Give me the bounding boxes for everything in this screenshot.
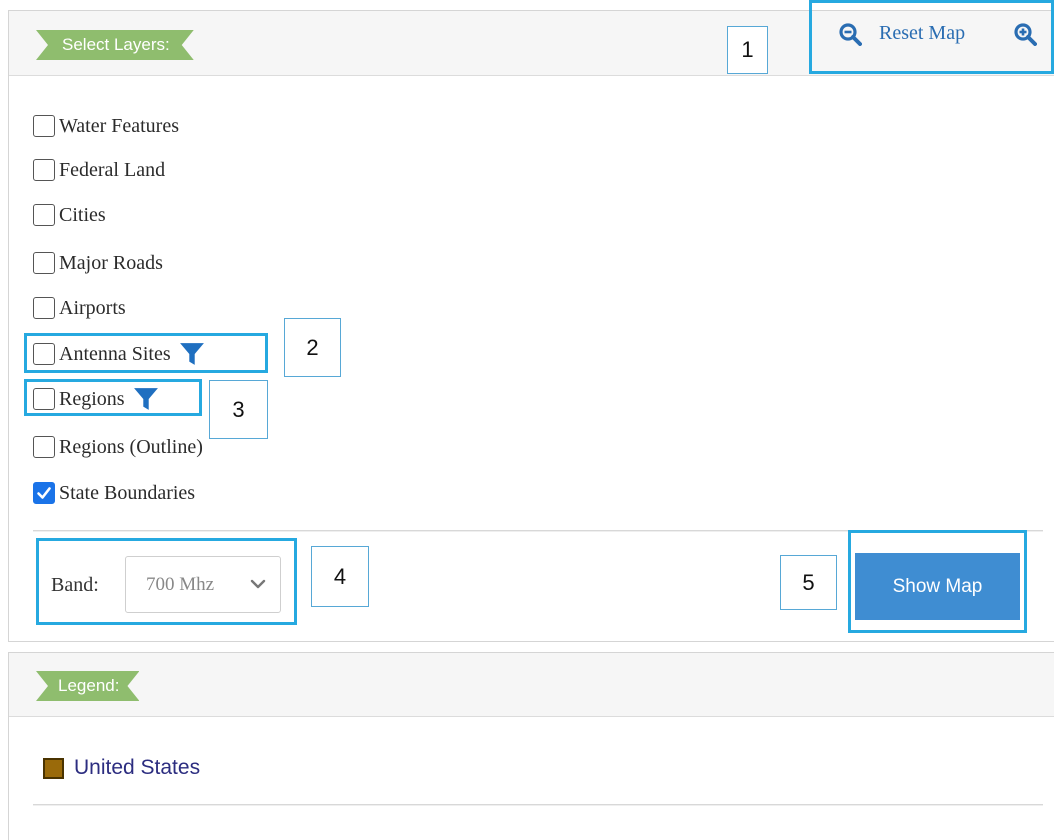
layer-label: State Boundaries — [59, 481, 196, 504]
legend-item-label: United States — [74, 756, 201, 779]
regions-checkbox[interactable] — [33, 388, 55, 410]
layer-airports[interactable]: Airports — [33, 293, 126, 323]
legend-item-united-states: United States — [43, 756, 200, 780]
layer-label: Major Roads — [59, 251, 163, 274]
legend-header: Legend: — [9, 653, 1054, 717]
layer-federal-land[interactable]: Federal Land — [33, 155, 165, 185]
regions-outline-checkbox[interactable] — [33, 436, 55, 458]
layer-label: Regions — [59, 387, 125, 410]
legend-divider — [33, 804, 1043, 806]
layer-regions[interactable]: Regions — [33, 384, 159, 414]
layer-regions-outline[interactable]: Regions (Outline) — [33, 432, 203, 462]
zoom-out-icon[interactable] — [838, 22, 862, 46]
callout-4: 4 — [311, 546, 369, 607]
layer-label: Federal Land — [59, 158, 166, 181]
filter-icon[interactable] — [133, 386, 159, 412]
select-layers-panel: Select Layers: — [8, 10, 1054, 642]
layer-label: Cities — [59, 203, 106, 226]
callout-3: 3 — [209, 380, 268, 439]
checkmark-icon — [37, 487, 51, 499]
callout-5: 5 — [780, 555, 837, 610]
state-boundaries-checkbox[interactable] — [33, 482, 55, 504]
select-layers-title: Select Layers: — [36, 30, 194, 60]
antenna-sites-checkbox[interactable] — [33, 343, 55, 365]
legend-panel: Legend: — [8, 652, 1054, 840]
layer-label: Regions (Outline) — [59, 435, 203, 458]
layer-label: Water Features — [59, 114, 179, 137]
layer-cities[interactable]: Cities — [33, 200, 106, 230]
layer-water-features[interactable]: Water Features — [33, 111, 179, 141]
legend-swatch — [43, 757, 64, 779]
water-features-checkbox[interactable] — [33, 115, 55, 137]
layer-label: Airports — [59, 296, 126, 319]
federal-land-checkbox[interactable] — [33, 159, 55, 181]
reset-map-link[interactable]: Reset Map — [879, 22, 965, 45]
band-selected-value: 700 Mhz — [146, 573, 215, 595]
layer-antenna-sites[interactable]: Antenna Sites — [33, 339, 205, 369]
callout-1: 1 — [727, 26, 768, 74]
layer-state-boundaries[interactable]: State Boundaries — [33, 478, 195, 508]
layers-divider — [33, 530, 1043, 532]
cities-checkbox[interactable] — [33, 204, 55, 226]
layer-label: Antenna Sites — [59, 342, 171, 365]
filter-icon[interactable] — [179, 341, 205, 367]
band-label: Band: — [51, 574, 99, 596]
zoom-in-icon[interactable] — [1013, 22, 1037, 46]
layer-major-roads[interactable]: Major Roads — [33, 248, 163, 278]
show-map-button[interactable]: Show Map — [855, 553, 1020, 620]
major-roads-checkbox[interactable] — [33, 252, 55, 274]
airports-checkbox[interactable] — [33, 297, 55, 319]
chevron-down-icon — [250, 579, 266, 589]
callout-2: 2 — [284, 318, 341, 377]
legend-title: Legend: — [36, 671, 139, 701]
band-select[interactable]: 700 Mhz — [125, 556, 281, 613]
